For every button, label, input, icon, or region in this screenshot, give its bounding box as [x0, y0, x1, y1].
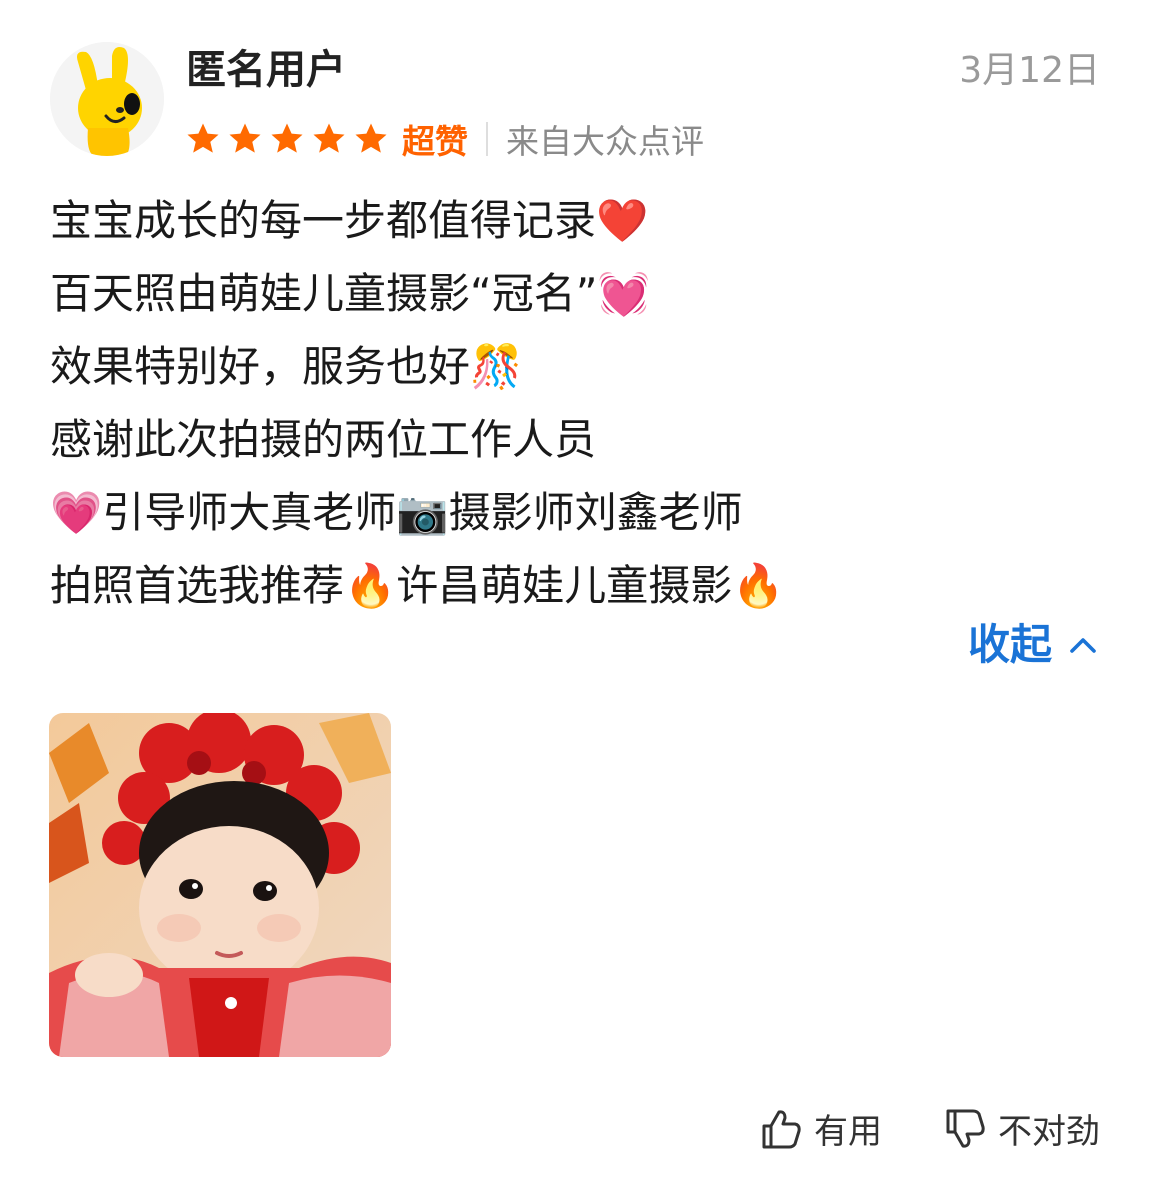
review-text: 宝宝成长的每一步都值得记录❤️ 百天照由萌娃儿童摄影“冠名”💓 效果特别好，服务…	[50, 184, 1110, 622]
chevron-up-icon	[1070, 638, 1096, 653]
review-source: 来自大众点评	[506, 122, 704, 161]
review-date: 3月12日	[959, 50, 1100, 91]
divider	[486, 122, 488, 156]
star-rating	[184, 120, 390, 158]
review-photo[interactable]	[49, 713, 391, 1057]
star-icon	[355, 123, 387, 153]
useful-button[interactable]: 有用	[758, 1104, 882, 1153]
star-icon	[313, 123, 345, 153]
review-line: 感谢此次拍摄的两位工作人员	[50, 415, 597, 464]
star-icon	[187, 123, 219, 153]
avatar-mascot-image	[50, 42, 164, 156]
baby-photo-image	[49, 713, 391, 1057]
avatar[interactable]	[50, 42, 164, 156]
review-line: 拍照首选我推荐🔥许昌萌娃儿童摄影🔥	[50, 561, 785, 610]
review-line: 💗引导师大真老师📷摄影师刘鑫老师	[50, 488, 743, 537]
review-line: 效果特别好，服务也好🎊	[50, 342, 523, 391]
username[interactable]: 匿名用户	[186, 44, 346, 96]
review-line: 百天照由萌娃儿童摄影“冠名”💓	[50, 269, 650, 318]
star-icon	[229, 123, 261, 153]
star-icon	[271, 123, 303, 153]
useful-label: 有用	[814, 1112, 882, 1152]
thumb-up-icon	[762, 1109, 801, 1148]
review-actions: 有用 不对劲	[758, 1104, 1100, 1153]
collapse-button[interactable]: 收起	[968, 616, 1100, 674]
not-right-button[interactable]: 不对劲	[942, 1104, 1100, 1153]
review-line: 宝宝成长的每一步都值得记录❤️	[50, 196, 649, 245]
not-right-label: 不对劲	[998, 1112, 1100, 1152]
rating-row: 超赞 来自大众点评	[184, 114, 704, 164]
rating-label: 超赞	[402, 122, 468, 161]
thumb-down-icon	[946, 1109, 985, 1148]
collapse-label: 收起	[967, 620, 1052, 669]
